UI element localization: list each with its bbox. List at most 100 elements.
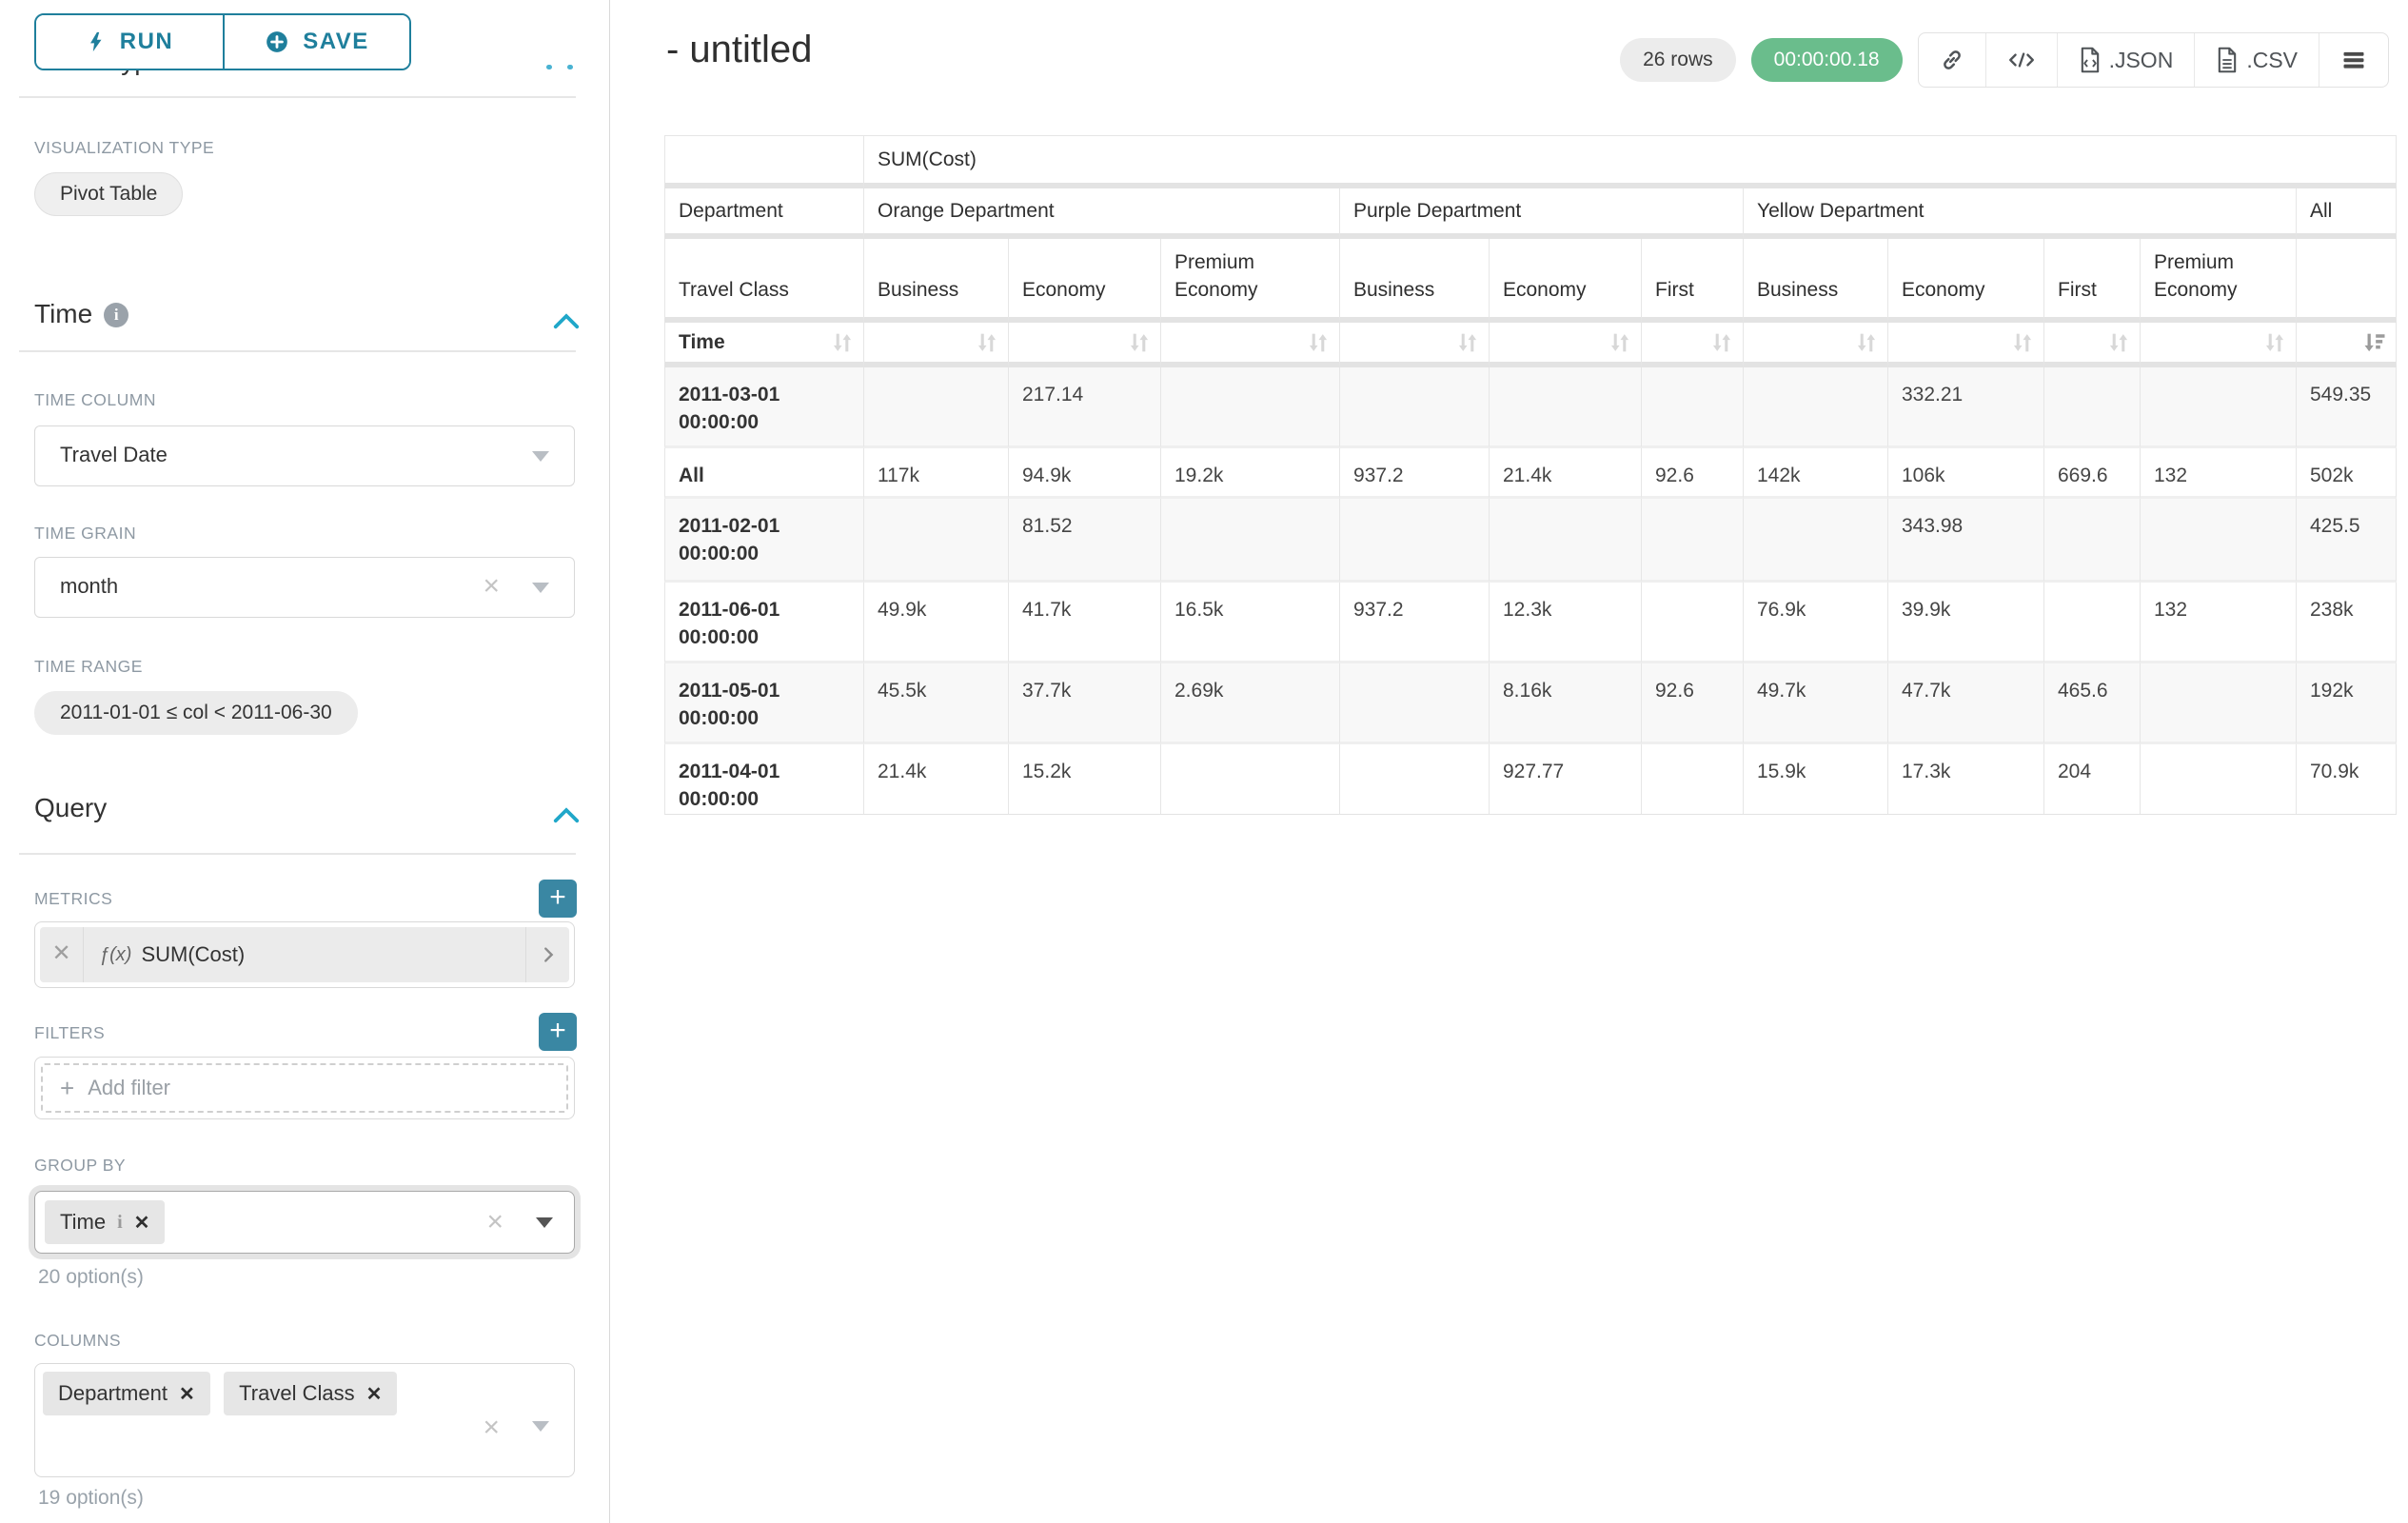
pivot-value-cell: 70.9k <box>2297 744 2397 815</box>
info-icon: i <box>104 303 128 327</box>
clear-icon[interactable]: × <box>483 572 500 601</box>
sort-desc-icon[interactable] <box>2361 329 2388 356</box>
pivot-value-cell <box>1340 744 1490 815</box>
panel-resize-handle[interactable] <box>546 65 573 69</box>
lightning-icon <box>86 29 107 55</box>
sort-icon[interactable] <box>974 329 1000 356</box>
menu-button[interactable] <box>2319 33 2388 87</box>
pivot-value-cell: 17.3k <box>1888 744 2044 815</box>
pivot-value-cell: 937.2 <box>1340 583 1490 663</box>
pivot-value-cell: 502k <box>2297 448 2397 499</box>
pivot-value-cell: 8.16k <box>1490 663 1642 744</box>
clear-icon[interactable]: × <box>483 1414 500 1442</box>
pivot-value-cell: 132 <box>2141 448 2297 499</box>
column-sort-cell[interactable] <box>1888 323 2044 367</box>
sort-icon[interactable] <box>2261 329 2288 356</box>
columns-chip[interactable]: Travel Class ✕ <box>224 1372 397 1415</box>
sort-icon[interactable] <box>1454 329 1481 356</box>
sort-icon[interactable] <box>829 329 856 356</box>
column-sort-cell[interactable] <box>2141 323 2297 367</box>
columns-select[interactable]: Department ✕ Travel Class ✕ × <box>34 1363 575 1477</box>
query-section-title: Query <box>34 793 107 823</box>
add-filter-dropzone[interactable]: + Add filter <box>41 1063 568 1113</box>
pivot-value-cell <box>1161 499 1340 583</box>
sort-icon[interactable] <box>2009 329 2036 356</box>
column-sort-cell[interactable] <box>1009 323 1161 367</box>
column-sort-cell[interactable] <box>1490 323 1642 367</box>
remove-chip-icon[interactable]: ✕ <box>366 1382 383 1406</box>
travel-class-header: First <box>1642 239 1744 323</box>
export-json-button[interactable]: .JSON <box>2057 33 2195 87</box>
circle-plus-icon <box>265 30 289 54</box>
pivot-value-cell: 2.69k <box>1161 663 1340 744</box>
pivot-value-cell: 45.5k <box>864 663 1009 744</box>
sort-icon[interactable] <box>1305 329 1332 356</box>
row-label-cell: 2011-06-01 00:00:00 <box>664 583 864 663</box>
caret-down-icon <box>536 1217 553 1228</box>
travel-class-header: Premium Economy <box>1161 239 1340 323</box>
travel-class-header: Premium Economy <box>2141 239 2297 323</box>
sort-icon[interactable] <box>1126 329 1153 356</box>
chevron-up-icon[interactable] <box>552 804 581 825</box>
sort-icon[interactable] <box>1708 329 1735 356</box>
time-range-label: TIME RANGE <box>34 657 143 677</box>
run-save-button-group: RUN SAVE <box>34 13 411 70</box>
row-label-cell: 2011-03-01 00:00:00 <box>664 367 864 448</box>
column-sort-cell-active[interactable] <box>2297 323 2397 367</box>
row-label-cell: All <box>664 448 864 499</box>
group-by-chip[interactable]: Time i ✕ <box>45 1200 165 1244</box>
visualization-type-pill[interactable]: Pivot Table <box>34 172 183 216</box>
sort-icon[interactable] <box>2105 329 2132 356</box>
row-label-cell: 2011-05-01 00:00:00 <box>664 663 864 744</box>
group-by-select[interactable]: Time i ✕ × <box>34 1191 575 1254</box>
chevron-up-icon[interactable] <box>552 310 581 331</box>
remove-chip-icon[interactable]: ✕ <box>134 1211 150 1235</box>
pivot-value-cell <box>1340 499 1490 583</box>
copy-link-button[interactable] <box>1919 33 1985 87</box>
run-button[interactable]: RUN <box>36 15 223 69</box>
section-divider <box>19 350 576 352</box>
time-column-select[interactable]: Travel Date <box>34 425 575 486</box>
pivot-value-cell: 37.7k <box>1009 663 1161 744</box>
visualization-type-label: VISUALIZATION TYPE <box>34 138 214 158</box>
pivot-value-cell <box>2141 499 2297 583</box>
time-range-pill[interactable]: 2011-01-01 ≤ col < 2011-06-30 <box>34 691 358 735</box>
metric-pill[interactable]: ✕ ƒ(x) SUM(Cost) <box>40 927 569 982</box>
column-sort-cell[interactable] <box>864 323 1009 367</box>
time-grain-select[interactable]: month × <box>34 557 575 618</box>
chart-title[interactable]: - untitled <box>666 29 812 71</box>
columns-chip[interactable]: Department ✕ <box>43 1372 210 1415</box>
column-sort-cell[interactable] <box>1161 323 1340 367</box>
sort-icon[interactable] <box>1607 329 1633 356</box>
save-button[interactable]: SAVE <box>223 15 409 69</box>
pivot-value-cell <box>1642 499 1744 583</box>
remove-chip-icon[interactable]: ✕ <box>179 1382 195 1406</box>
column-sort-cell[interactable] <box>1744 323 1888 367</box>
sort-icon[interactable] <box>1853 329 1880 356</box>
pivot-value-cell <box>1161 367 1340 448</box>
add-metric-button[interactable]: + <box>539 880 577 918</box>
pivot-value-cell <box>1340 367 1490 448</box>
pivot-value-cell: 21.4k <box>864 744 1009 815</box>
export-csv-button[interactable]: .CSV <box>2194 33 2319 87</box>
travel-class-dim-cell: Travel Class <box>664 239 864 323</box>
pivot-value-cell: 15.2k <box>1009 744 1161 815</box>
pivot-value-cell: 937.2 <box>1340 448 1490 499</box>
add-filter-button[interactable]: + <box>539 1013 577 1051</box>
column-sort-cell[interactable] <box>2044 323 2141 367</box>
remove-metric-icon[interactable]: ✕ <box>40 927 84 982</box>
group-by-option-count: 20 option(s) <box>38 1266 144 1289</box>
view-query-button[interactable] <box>1985 33 2057 87</box>
clear-icon[interactable]: × <box>486 1208 503 1236</box>
group-by-label: GROUP BY <box>34 1156 126 1176</box>
time-sort-cell[interactable]: Time <box>664 323 864 367</box>
pivot-table-container: SUM(Cost)DepartmentOrange DepartmentPurp… <box>664 135 2397 815</box>
filters-label: FILTERS <box>34 1023 105 1043</box>
pivot-value-cell <box>864 499 1009 583</box>
column-sort-cell[interactable] <box>1642 323 1744 367</box>
column-sort-cell[interactable] <box>1340 323 1490 367</box>
expand-metric-icon[interactable] <box>525 927 569 982</box>
column-group-header: All <box>2297 188 2397 239</box>
export-button-group: .JSON .CSV <box>1918 32 2389 88</box>
query-timer-badge: 00:00:00.18 <box>1751 38 1903 82</box>
